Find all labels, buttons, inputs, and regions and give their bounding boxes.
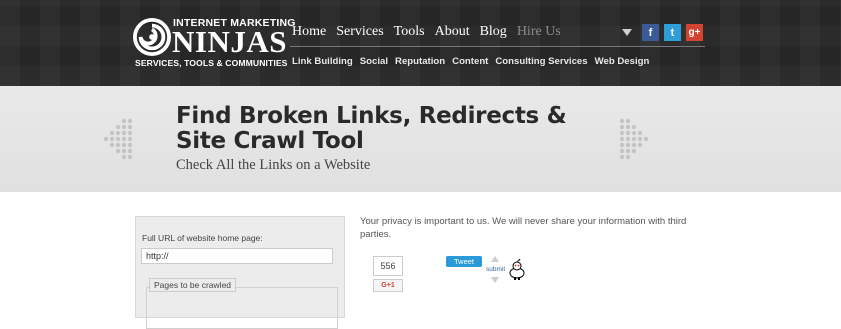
main-nav: Home Services Tools About Blog Hire Us <box>292 24 571 40</box>
share-count-badge: 556 <box>373 256 403 276</box>
sub-nav: Link Building Social Reputation Content … <box>292 56 656 67</box>
nav-divider <box>290 46 705 47</box>
page-subtitle: Check All the Links on a Website <box>176 157 371 173</box>
logo-tagline-bottom: SERVICES, TOOLS & COMMUNITIES <box>135 58 288 68</box>
subnav-link-building[interactable]: Link Building <box>292 56 353 67</box>
pages-fieldset <box>146 287 338 329</box>
google-plus-icon[interactable]: g+ <box>686 24 703 41</box>
twitter-icon[interactable]: t <box>664 24 681 41</box>
nav-about[interactable]: About <box>435 24 470 40</box>
reddit-alien-icon[interactable] <box>508 259 526 281</box>
social-links: f t g+ <box>622 24 703 41</box>
reddit-downvote-icon[interactable] <box>491 277 499 283</box>
subnav-consulting-services[interactable]: Consulting Services <box>495 56 587 67</box>
nav-hire-us[interactable]: Hire Us <box>517 24 561 40</box>
page-title: Find Broken Links, Redirects & Site Craw… <box>176 103 567 154</box>
subnav-reputation[interactable]: Reputation <box>395 56 445 67</box>
right-arrow-dots-icon <box>619 118 649 160</box>
logo-wordmark: NINJAS <box>172 24 287 59</box>
pages-to-crawl-legend: Pages to be crawled <box>149 278 237 292</box>
reddit-submit-link[interactable]: submit <box>486 266 505 273</box>
privacy-notice: Your privacy is important to us. We will… <box>360 216 687 240</box>
url-label: Full URL of website home page: <box>142 233 263 243</box>
left-arrow-dots-icon <box>103 118 133 160</box>
crawl-form-panel: Full URL of website home page: http:// P… <box>135 216 345 329</box>
subnav-social[interactable]: Social <box>360 56 388 67</box>
facebook-icon[interactable]: f <box>642 24 659 41</box>
url-input[interactable]: http:// <box>141 248 333 264</box>
dropdown-caret-icon[interactable] <box>622 29 632 36</box>
nav-services[interactable]: Services <box>336 24 383 40</box>
nav-blog[interactable]: Blog <box>480 24 507 40</box>
tweet-button[interactable]: Tweet <box>446 256 482 267</box>
nav-home[interactable]: Home <box>292 24 326 40</box>
google-plus-one-button[interactable]: G+1 <box>373 279 403 292</box>
reddit-upvote-icon[interactable] <box>491 256 499 262</box>
site-logo[interactable]: INTERNET MARKETING NINJAS SERVICES, TOOL… <box>133 15 295 71</box>
page-title-line2: Site Crawl Tool <box>176 128 364 154</box>
subnav-web-design[interactable]: Web Design <box>595 56 650 67</box>
subnav-content[interactable]: Content <box>452 56 488 67</box>
page-title-line1: Find Broken Links, Redirects & <box>176 103 567 129</box>
site-header: INTERNET MARKETING NINJAS SERVICES, TOOL… <box>0 0 841 86</box>
ninja-swirl-icon <box>133 18 171 56</box>
nav-tools[interactable]: Tools <box>394 24 425 40</box>
